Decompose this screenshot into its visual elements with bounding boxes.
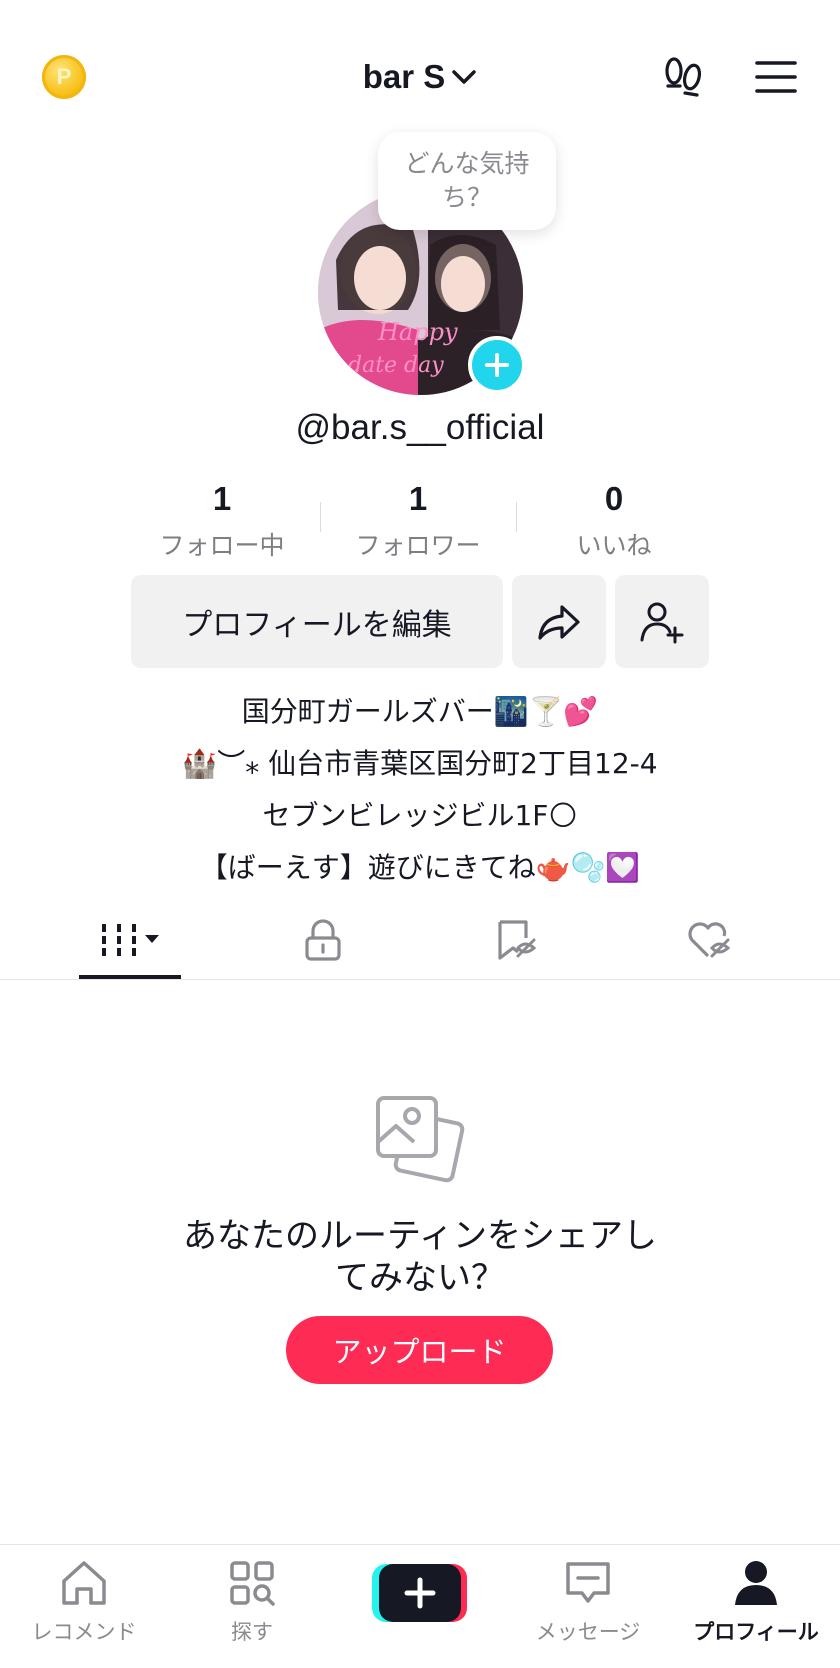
plus-icon bbox=[485, 353, 509, 377]
inbox-icon bbox=[566, 1562, 610, 1603]
menu-icon[interactable] bbox=[755, 60, 797, 94]
edit-profile-label: プロフィールを編集 bbox=[182, 607, 452, 643]
add-user-icon bbox=[640, 602, 684, 643]
nav-home-label: レコメンド bbox=[31, 1620, 137, 1644]
bio-line: セブンビレッジビル1F🌕 bbox=[262, 799, 578, 832]
upload-label: アップロード bbox=[332, 1335, 507, 1369]
nav-home[interactable]: レコメンド bbox=[0, 1556, 168, 1668]
likes-count: 0 bbox=[604, 480, 624, 517]
likes-label: いいね bbox=[576, 531, 652, 560]
share-icon bbox=[538, 604, 580, 640]
followers-stat[interactable]: 1 フォロワー bbox=[318, 480, 518, 562]
bookmark-hidden-icon bbox=[498, 920, 537, 960]
mood-bubble-text: どんな気持ち？ bbox=[404, 149, 530, 212]
following-count: 1 bbox=[212, 480, 232, 517]
lock-icon bbox=[305, 919, 341, 961]
tabs-divider bbox=[0, 979, 840, 980]
following-label: フォロー中 bbox=[159, 531, 285, 560]
nav-discover-label: 探す bbox=[231, 1620, 273, 1644]
edit-profile-button[interactable]: プロフィールを編集 bbox=[131, 575, 503, 668]
nav-inbox-label: メッセージ bbox=[535, 1620, 641, 1644]
empty-state-title: てみない？ bbox=[335, 1258, 505, 1298]
add-story-button[interactable] bbox=[468, 336, 526, 394]
discover-icon bbox=[230, 1561, 275, 1606]
photos-icon bbox=[376, 1096, 465, 1183]
share-profile-button[interactable] bbox=[512, 575, 606, 668]
nav-profile-label: プロフィール bbox=[693, 1620, 819, 1644]
bio-line: 🏰︶⁎ 仙台市青葉区国分町2丁目12-4 bbox=[182, 747, 658, 780]
account-switcher[interactable]: bar S bbox=[0, 52, 840, 102]
followers-count: 1 bbox=[408, 480, 428, 517]
heart-hidden-icon bbox=[688, 922, 731, 958]
svg-text:date day: date day bbox=[348, 353, 444, 378]
create-icon[interactable] bbox=[372, 1562, 467, 1624]
tab-private[interactable] bbox=[228, 900, 418, 980]
nav-profile[interactable]: プロフィール bbox=[672, 1556, 840, 1668]
tab-liked[interactable] bbox=[614, 900, 804, 980]
tab-favorites[interactable] bbox=[421, 900, 611, 980]
nav-discover[interactable]: 探す bbox=[168, 1556, 336, 1668]
bottom-nav-divider bbox=[0, 1544, 840, 1545]
mood-bubble[interactable]: どんな気持ち？ bbox=[378, 132, 556, 230]
grid-icon bbox=[102, 924, 159, 956]
likes-stat[interactable]: 0 いいね bbox=[514, 480, 714, 562]
nav-inbox[interactable]: メッセージ bbox=[504, 1556, 672, 1668]
account-name: bar S bbox=[362, 58, 446, 95]
following-stat[interactable]: 1 フォロー中 bbox=[122, 480, 322, 562]
chevron-down-icon bbox=[452, 70, 477, 84]
bio-line: 国分町ガールズバー🌃🍸💕 bbox=[241, 695, 599, 728]
footprints-icon[interactable] bbox=[660, 53, 706, 99]
followers-label: フォロワー bbox=[355, 531, 481, 560]
profile-icon bbox=[735, 1561, 777, 1605]
add-friends-button[interactable] bbox=[615, 575, 709, 668]
username: @bar.s__official bbox=[295, 408, 545, 447]
home-icon bbox=[62, 1561, 106, 1605]
svg-text:Happy: Happy bbox=[377, 318, 458, 346]
bio-line: 【ばーえす】遊びにきてね🫖🫧💟 bbox=[199, 851, 641, 884]
upload-button[interactable]: アップロード bbox=[286, 1316, 553, 1384]
tab-videos[interactable] bbox=[35, 900, 225, 980]
